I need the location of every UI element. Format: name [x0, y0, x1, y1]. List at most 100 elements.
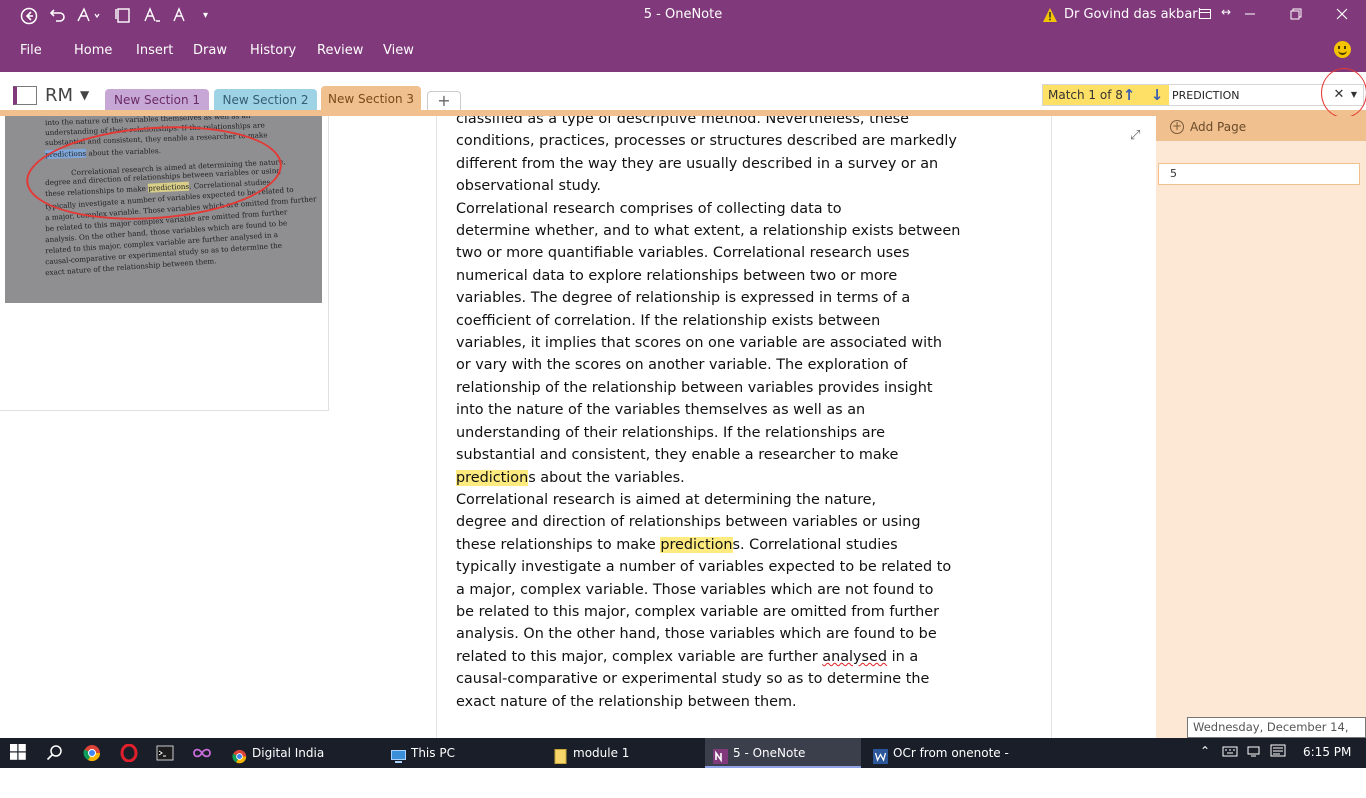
- note-line: typically investigate a number of variab…: [456, 559, 952, 576]
- add-section-button[interactable]: +: [427, 91, 461, 111]
- undo-icon[interactable]: [49, 7, 66, 25]
- opera-icon[interactable]: [120, 743, 138, 763]
- text-format-icon[interactable]: [143, 7, 161, 25]
- note-line: variables. The degree of relationship is…: [456, 290, 911, 307]
- onenote-icon: [713, 745, 728, 764]
- menu-home[interactable]: Home: [74, 43, 112, 58]
- customize-quick-access-icon[interactable]: ▾: [203, 7, 208, 25]
- back-icon[interactable]: [20, 7, 38, 25]
- search-box[interactable]: Match 1 of 8 ↑ ↓ ✕ ▼: [1042, 84, 1364, 106]
- menu-view[interactable]: View: [383, 43, 414, 58]
- taskbar: Digital India eNewslet... This PC module…: [0, 738, 1366, 790]
- paint-brush-icon[interactable]: [76, 7, 100, 25]
- notebook-icon[interactable]: [13, 86, 37, 105]
- previous-match-arrow-icon[interactable]: ↑: [1119, 85, 1139, 105]
- word-icon: [873, 745, 888, 764]
- note-container[interactable]: classified as a type of descriptive meth…: [436, 116, 1052, 738]
- menu-file[interactable]: File: [20, 43, 42, 58]
- dock-to-desktop-icon[interactable]: [115, 7, 131, 25]
- minimize-icon[interactable]: [1238, 4, 1262, 28]
- note-line: variables, it implies that scores on one…: [456, 335, 942, 352]
- spelling-error-word[interactable]: analysed: [822, 649, 887, 665]
- search-input[interactable]: [1172, 86, 1322, 104]
- notepad-icon: [553, 745, 568, 764]
- menu-review[interactable]: Review: [317, 43, 363, 58]
- note-line: causal-comparative or experimental study…: [456, 671, 930, 688]
- date-tooltip: Wednesday, December 14, 2016: [1187, 717, 1366, 753]
- note-line: different from the way they are usually …: [456, 155, 939, 172]
- computer-icon: [391, 745, 406, 763]
- note-line: two or more quantifiable variables. Corr…: [456, 245, 910, 262]
- command-prompt-icon[interactable]: [156, 744, 174, 762]
- scanned-page-image[interactable]: into the nature of the variables themsel…: [5, 116, 322, 303]
- ribbon-menu-bar: File Home Insert Draw History Review Vie…: [0, 32, 1366, 72]
- tab-new-section-3[interactable]: New Section 3: [321, 86, 421, 112]
- search-hit-highlight: prediction: [456, 469, 529, 486]
- clock[interactable]: 6:15 PM: [1303, 745, 1351, 759]
- action-center-icon[interactable]: [1270, 744, 1286, 761]
- keyboard-icon[interactable]: [1222, 744, 1238, 761]
- add-page-plus-icon: +: [1170, 119, 1184, 134]
- taskbar-item-module-1[interactable]: module 1: [545, 738, 700, 768]
- user-name[interactable]: Dr Govind das akbari: [1064, 7, 1201, 22]
- note-line: Correlational research is aimed at deter…: [456, 491, 877, 508]
- note-line: related to this major, complex variable …: [456, 648, 823, 665]
- search-hit-highlight: prediction: [660, 536, 733, 553]
- expand-page-icon[interactable]: ⤢: [1130, 128, 1140, 143]
- tab-new-section-1[interactable]: New Section 1: [105, 89, 209, 111]
- windows-start-icon[interactable]: [10, 744, 28, 762]
- menu-draw[interactable]: Draw: [193, 43, 227, 58]
- note-text[interactable]: classified as a type of descriptive meth…: [456, 116, 960, 713]
- menu-history[interactable]: History: [250, 43, 296, 58]
- page-list-item[interactable]: 5: [1158, 163, 1360, 185]
- search-icon[interactable]: [46, 744, 64, 762]
- note-line: these relationships to make: [456, 536, 661, 553]
- note-line: s about the variables.: [528, 469, 685, 486]
- task-label: module 1: [573, 746, 630, 760]
- note-line: in a: [887, 648, 919, 665]
- show-hidden-icons-icon[interactable]: ⌃: [1200, 744, 1210, 758]
- note-line: exact nature of the relationship between…: [456, 693, 797, 710]
- taskbar-item-this-pc[interactable]: This PC: [383, 738, 538, 768]
- note-line: analysis. On the other hand, those varia…: [456, 626, 937, 643]
- text-format-alt-icon[interactable]: [172, 7, 190, 25]
- chrome-icon[interactable]: [83, 744, 101, 762]
- taskbar-item-chrome[interactable]: Digital India eNewslet...: [224, 738, 379, 790]
- page-canvas[interactable]: into the nature of the variables themsel…: [0, 116, 1156, 738]
- note-line: into the nature of the variables themsel…: [456, 402, 866, 419]
- image-container[interactable]: into the nature of the variables themsel…: [0, 116, 329, 411]
- task-label: OCr from onenote - ...: [893, 746, 1009, 790]
- resize-arrows-icon: ↔: [1220, 5, 1232, 19]
- note-line: coefficient of correlation. If the relat…: [456, 312, 881, 329]
- title-bar: ▾ 5 - OneNote Dr Govind das akbari ↔: [0, 0, 1366, 32]
- note-line: substantial and consistent, they enable …: [456, 447, 899, 464]
- taskbar-item-word[interactable]: OCr from onenote - ...: [865, 738, 1020, 790]
- task-label: 5 - OneNote: [733, 746, 806, 760]
- next-match-arrow-icon[interactable]: ↓: [1147, 85, 1167, 105]
- note-line: relationship of the relationship between…: [456, 379, 933, 396]
- note-line: observational study.: [456, 178, 601, 195]
- taskbar-item-onenote[interactable]: 5 - OneNote: [705, 738, 861, 768]
- tab-new-section-2[interactable]: New Section 2: [214, 89, 317, 111]
- note-line: degree and direction of relationships be…: [456, 514, 921, 531]
- infinity-app-icon[interactable]: [193, 744, 211, 762]
- feedback-smiley-icon[interactable]: [1334, 41, 1351, 58]
- network-icon[interactable]: [1246, 744, 1262, 761]
- add-page-label: Add Page: [1190, 120, 1247, 134]
- note-line: s. Correlational studies: [732, 536, 898, 553]
- note-line: a major, complex variable. Those variabl…: [456, 581, 934, 598]
- pages-pane: + Add Page 5: [1156, 116, 1366, 738]
- note-line: conditions, practices, processes or stru…: [456, 133, 957, 150]
- notebook-name[interactable]: RM: [45, 85, 73, 106]
- restore-icon[interactable]: [1284, 4, 1308, 28]
- menu-insert[interactable]: Insert: [136, 43, 173, 58]
- annotation-circle: [1321, 68, 1366, 118]
- add-page-button[interactable]: + Add Page: [1156, 116, 1366, 141]
- note-line: numerical data to explore relationships …: [456, 267, 898, 284]
- task-label: This PC: [411, 746, 455, 760]
- note-line: be related to this major, complex variab…: [456, 603, 939, 620]
- notebook-dropdown-icon[interactable]: ▼: [80, 88, 89, 102]
- note-line: determine whether, and to what extent, a…: [456, 223, 961, 240]
- close-window-icon[interactable]: [1330, 4, 1354, 28]
- note-line: or vary with the scores on another varia…: [456, 357, 908, 374]
